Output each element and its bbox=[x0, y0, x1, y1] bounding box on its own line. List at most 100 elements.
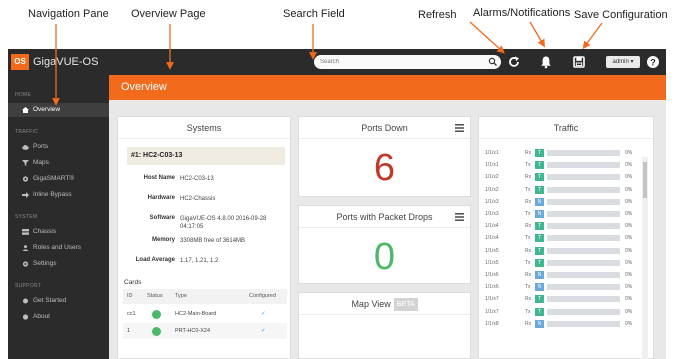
col-configured: Configured bbox=[249, 293, 276, 299]
sidebar-item-inline-bypass[interactable]: Inline Bypass bbox=[8, 188, 109, 202]
bell-icon[interactable] bbox=[538, 54, 554, 70]
sidebar-section-home: HOME bbox=[15, 92, 32, 98]
traffic-port: 1/1/x2 bbox=[485, 174, 499, 181]
save-icon[interactable] bbox=[571, 54, 587, 70]
memory-value: 3308MB free of 3614MB bbox=[180, 238, 246, 244]
traffic-type-badge: T bbox=[535, 246, 544, 255]
traffic-percent: 0% bbox=[625, 162, 633, 169]
traffic-bar bbox=[547, 272, 620, 278]
traffic-row[interactable]: 1/1/x2 Tx T 0% bbox=[485, 184, 640, 196]
packet-drops-title: Ports with Packet Drops bbox=[299, 206, 470, 228]
search-field[interactable] bbox=[314, 55, 501, 69]
traffic-type-badge: N bbox=[535, 197, 544, 206]
traffic-port: 1/1/x4 bbox=[485, 223, 499, 230]
traffic-row[interactable]: 1/1/x4 Rx T 0% bbox=[485, 220, 640, 232]
map-view-panel: Map View BETA bbox=[298, 292, 471, 359]
traffic-bar bbox=[547, 320, 620, 327]
traffic-row[interactable]: 1/1/x8 Rx N 0% bbox=[485, 318, 640, 330]
sidebar-item-roles-users[interactable]: Roles and Users bbox=[8, 241, 109, 255]
map-view-title: Map View bbox=[351, 299, 391, 309]
traffic-panel: Traffic 1/1/x1 Rx T 0% 1/1/x1 Tx T 0% 1/1/x2 Rx T 0… bbox=[478, 116, 654, 359]
traffic-type-badge: T bbox=[535, 161, 544, 170]
callout-navigation-pane: Navigation Pane bbox=[28, 8, 109, 20]
traffic-row[interactable]: 1/1/x2 Rx T 0% bbox=[485, 171, 640, 183]
help-icon[interactable]: ? bbox=[645, 54, 661, 70]
search-icon[interactable] bbox=[488, 57, 498, 67]
traffic-percent: 0% bbox=[625, 186, 633, 193]
sidebar-item-label: Chassis bbox=[33, 228, 57, 235]
traffic-bar bbox=[547, 186, 620, 193]
gear-icon bbox=[22, 176, 29, 182]
traffic-bar bbox=[547, 198, 620, 205]
table-row[interactable]: cc1 HC2-Main-Board ✓ bbox=[123, 306, 287, 322]
traffic-row[interactable]: 1/1/x1 Rx T 0% bbox=[485, 147, 640, 159]
traffic-row[interactable]: 1/1/x3 Tx N 0% bbox=[485, 208, 640, 220]
brand-name: GigaVUE-OS bbox=[33, 56, 99, 68]
traffic-type-badge: N bbox=[535, 283, 544, 292]
sidebar-item-maps[interactable]: Maps bbox=[8, 156, 109, 170]
cards-label: Cards bbox=[124, 279, 142, 286]
rocket-icon bbox=[23, 298, 28, 304]
sidebar-item-chassis[interactable]: Chassis bbox=[8, 225, 109, 239]
sidebar-item-overview[interactable]: Overview bbox=[8, 103, 109, 117]
traffic-row[interactable]: 1/1/x7 Tx T 0% bbox=[485, 306, 640, 318]
traffic-row[interactable]: 1/1/x4 Tx T 0% bbox=[485, 232, 640, 244]
table-row[interactable]: 1 PRT-HC0-X24 ✓ bbox=[123, 323, 287, 339]
load-average-label: Load Average bbox=[135, 257, 175, 263]
traffic-direction: Rx bbox=[525, 198, 532, 205]
arrow-refresh bbox=[469, 21, 505, 54]
traffic-port: 1/1/x4 bbox=[485, 235, 499, 242]
sidebar-section-support: SUPPORT bbox=[15, 283, 42, 289]
traffic-row[interactable]: 1/1/x1 Tx T 0% bbox=[485, 159, 640, 171]
traffic-percent: 0% bbox=[625, 174, 633, 181]
traffic-percent: 0% bbox=[625, 308, 633, 315]
traffic-row[interactable]: 1/1/x6 Tx N 0% bbox=[485, 281, 640, 293]
software-value: GigaVUE-OS 4.8.00 2016-09-28 04:17:05 bbox=[180, 216, 267, 230]
sidebar-item-settings[interactable]: Settings bbox=[8, 257, 109, 271]
search-input[interactable] bbox=[320, 56, 480, 68]
home-icon bbox=[22, 107, 29, 113]
refresh-icon[interactable] bbox=[506, 54, 522, 70]
traffic-percent: 0% bbox=[625, 235, 633, 242]
traffic-type-badge: N bbox=[535, 271, 544, 279]
traffic-port: 1/1/x3 bbox=[485, 198, 499, 205]
traffic-row[interactable]: 1/1/x6 Rx N 0% bbox=[485, 269, 640, 281]
sidebar-item-ports[interactable]: Ports bbox=[8, 140, 109, 154]
ports-down-count[interactable]: 6 bbox=[299, 147, 470, 190]
sidebar-item-about[interactable]: About bbox=[8, 310, 109, 324]
arrow-icon bbox=[22, 192, 29, 198]
user-menu-button[interactable]: admin ▾ bbox=[606, 56, 640, 68]
info-icon bbox=[22, 314, 29, 320]
menu-icon[interactable] bbox=[455, 213, 464, 221]
sidebar-item-get-started[interactable]: Get Started bbox=[8, 294, 109, 308]
sidebar-item-label: Settings bbox=[33, 260, 57, 267]
arrow-alarms bbox=[529, 21, 545, 48]
traffic-row[interactable]: 1/1/x5 Rx T 0% bbox=[485, 245, 640, 257]
traffic-direction: Tx bbox=[525, 308, 531, 315]
scroll-thumb[interactable] bbox=[643, 162, 647, 198]
menu-icon[interactable] bbox=[455, 124, 464, 132]
ports-down-title: Ports Down bbox=[299, 117, 470, 139]
traffic-bar bbox=[547, 259, 620, 266]
callout-search-field: Search Field bbox=[283, 8, 345, 20]
traffic-type-badge: T bbox=[535, 222, 544, 231]
traffic-row[interactable]: 1/1/x3 Rx N 0% bbox=[485, 196, 640, 208]
traffic-direction: Rx bbox=[525, 150, 532, 156]
arrow-save-config bbox=[582, 22, 603, 50]
software-label: Software bbox=[149, 215, 175, 221]
traffic-row[interactable]: 1/1/x7 Rx T 0% bbox=[485, 293, 640, 305]
traffic-row[interactable]: 1/1/x5 Tx T 0% bbox=[485, 257, 640, 269]
packet-drops-count[interactable]: 0 bbox=[299, 236, 470, 279]
sidebar-item-label: Inline Bypass bbox=[33, 191, 72, 198]
ports-down-panel: Ports Down 6 bbox=[298, 116, 471, 197]
sidebar-item-gigasmart[interactable]: GigaSMART® bbox=[8, 172, 109, 186]
sidebar-item-label: Maps bbox=[33, 159, 49, 166]
traffic-bar bbox=[547, 162, 620, 169]
traffic-type-badge: T bbox=[535, 185, 544, 194]
beta-badge: BETA bbox=[393, 298, 418, 312]
col-id: ID bbox=[127, 293, 133, 299]
traffic-scrollbar[interactable] bbox=[642, 157, 648, 359]
top-bar: OS GigaVUE-OS admin ▾ ? bbox=[8, 49, 666, 75]
cloud-icon bbox=[22, 145, 29, 150]
col-status: Status bbox=[147, 293, 163, 299]
